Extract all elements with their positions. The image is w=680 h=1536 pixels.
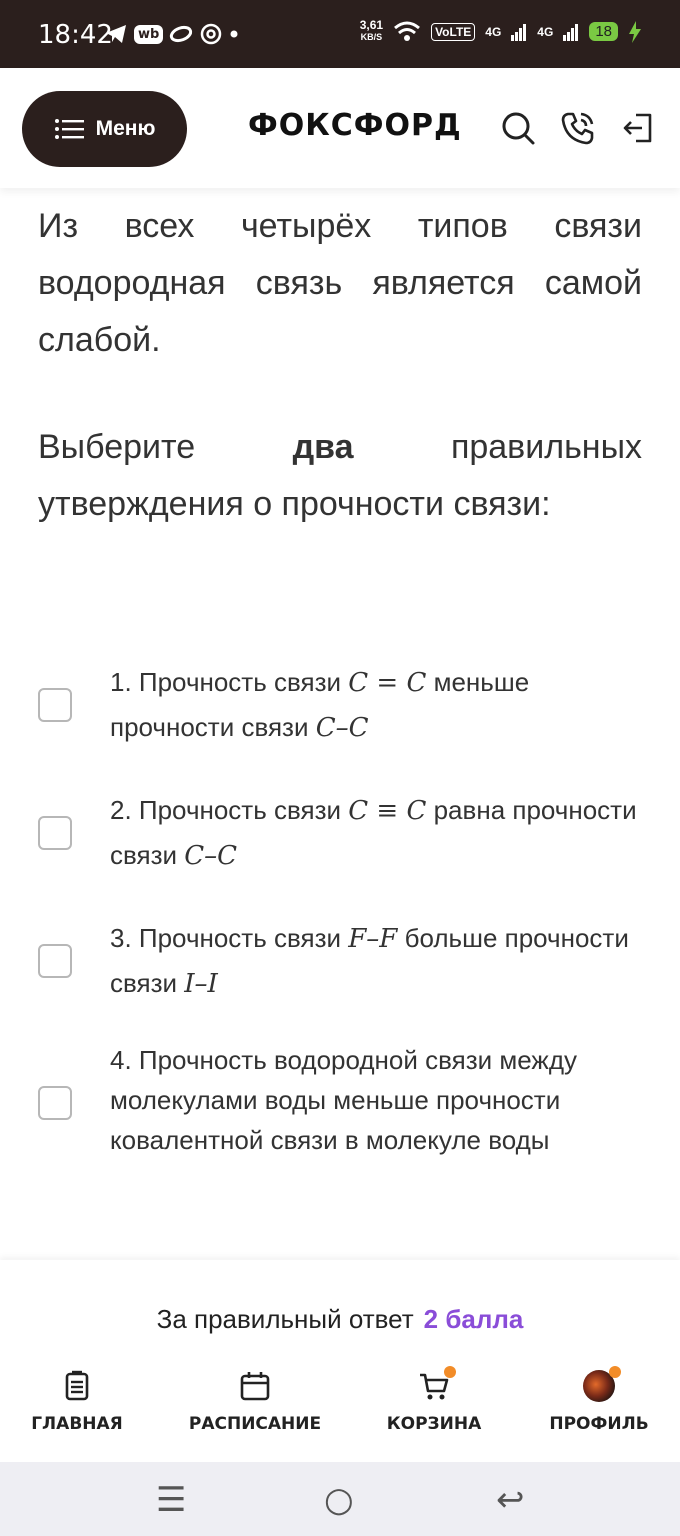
checkbox[interactable]: [38, 816, 72, 850]
checkbox[interactable]: [38, 688, 72, 722]
menu-label: Меню: [95, 117, 156, 140]
net-speed-value: 3,61: [359, 18, 384, 32]
option-formula: C = C: [348, 668, 427, 698]
option-text-part: 2. Прочность связи: [110, 795, 349, 825]
search-icon[interactable]: [500, 110, 536, 146]
dot-icon: [230, 30, 238, 38]
option-formula: F–F: [348, 924, 398, 954]
points-value: 2 балла: [423, 1304, 524, 1334]
nav-label: КОРЗИНА: [386, 1414, 482, 1434]
home-icon[interactable]: ○: [324, 1480, 354, 1520]
nav-label: РАСПИСАНИЕ: [188, 1414, 322, 1434]
checkbox[interactable]: [38, 1086, 72, 1120]
avatar: [583, 1366, 621, 1402]
volte-badge: VoLTE: [431, 22, 476, 41]
nav-label: ГЛАВНАЯ: [31, 1414, 123, 1434]
menu-button[interactable]: Меню: [22, 91, 187, 167]
nav-label: ПРОФИЛЬ: [549, 1414, 649, 1434]
option-text[interactable]: 3. Прочность связи F–F больше прочности …: [110, 916, 640, 1006]
net-type-1: 4G: [485, 24, 502, 39]
option-text-part: 1. Прочность связи: [110, 667, 349, 697]
at-icon: [201, 23, 222, 45]
nav-item-home[interactable]: ГЛАВНАЯ: [0, 1370, 157, 1434]
option-formula: I–I: [184, 969, 218, 999]
system-navigation-bar: ☰ ○ ↩: [0, 1462, 680, 1536]
status-bar: 18:42 wb 3,61 KB/S VoLTE 4G 4G 18: [0, 0, 680, 68]
signal-icon: [511, 23, 527, 41]
status-notification-icons: wb: [104, 22, 239, 46]
task-paragraph-1: Из всех четырёх типов связи водородная с…: [38, 207, 642, 359]
task-paragraph-2: Выберите два правильных утверждения о пр…: [38, 419, 642, 533]
option-text[interactable]: 4. Прочность водородной связи между моле…: [110, 1040, 640, 1160]
wb-icon: wb: [134, 24, 164, 44]
option-text[interactable]: 1. Прочность связи C = C меньше прочност…: [110, 660, 640, 750]
login-icon[interactable]: [620, 110, 656, 146]
status-system-icons: 3,61 KB/S VoLTE 4G 4G 18: [359, 18, 642, 43]
checkbox[interactable]: [38, 944, 72, 978]
status-time: 18:42: [38, 20, 113, 50]
signal-icon: [563, 23, 579, 41]
top-header: Меню ФОКСФОРД: [0, 68, 680, 188]
task-description: Из всех четырёх типов связи водородная с…: [38, 198, 642, 533]
menu-list-icon: [54, 119, 84, 139]
calendar-icon: [240, 1372, 270, 1401]
telegram-icon: [106, 25, 126, 43]
ring-icon: [170, 25, 193, 43]
points-info: За правильный ответ 2 балла: [0, 1260, 680, 1340]
net-type-2: 4G: [537, 24, 554, 39]
phone-icon[interactable]: [560, 110, 596, 146]
back-icon[interactable]: ↩: [496, 1480, 525, 1520]
cart-icon-wrap: [418, 1366, 456, 1402]
task-paragraph-2-bold: два: [292, 428, 354, 466]
option-formula: C ≡ C: [348, 796, 427, 826]
nav-item-cart[interactable]: КОРЗИНА: [354, 1366, 514, 1434]
task-paragraph-2-prefix: Выберите: [38, 428, 196, 466]
option-formula: C–C: [184, 841, 238, 871]
cart-badge: [444, 1366, 456, 1378]
wifi-icon: [394, 21, 421, 41]
charging-bolt-icon: [629, 20, 641, 43]
net-speed: 3,61 KB/S: [359, 18, 384, 43]
battery-level: 18: [589, 22, 618, 41]
home-doc-icon: [65, 1370, 89, 1401]
points-label: За правильный ответ: [156, 1304, 414, 1334]
nav-item-profile[interactable]: ПРОФИЛЬ: [519, 1366, 679, 1434]
bottom-navigation: ГЛАВНАЯ РАСПИСАНИЕ КОРЗИНА ПРОФИЛЬ: [0, 1340, 680, 1462]
net-speed-unit: KB/S: [360, 32, 383, 42]
nav-item-schedule[interactable]: РАСПИСАНИЕ: [175, 1370, 335, 1434]
option-text-part: 3. Прочность связи: [110, 923, 349, 953]
option-text[interactable]: 2. Прочность связи C ≡ C равна прочности…: [110, 788, 640, 878]
foxford-logo[interactable]: ФОКСФОРД: [248, 108, 462, 143]
profile-badge: [609, 1366, 621, 1378]
recent-apps-icon[interactable]: ☰: [156, 1480, 186, 1520]
option-formula: C–C: [315, 713, 369, 743]
